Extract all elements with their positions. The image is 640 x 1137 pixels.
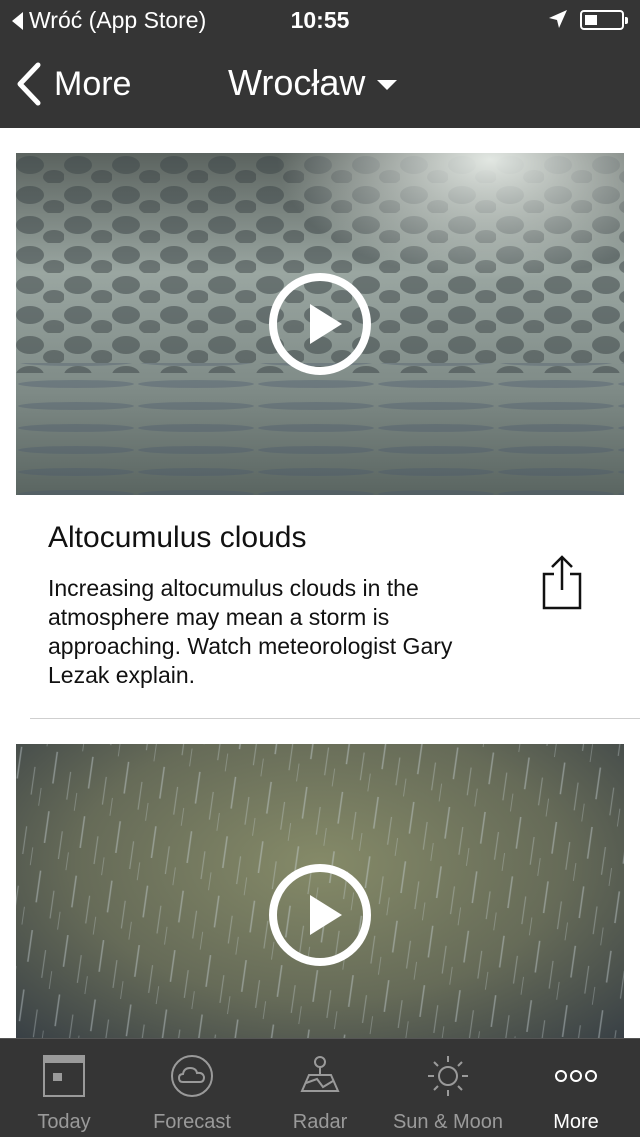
share-icon[interactable] (540, 554, 584, 612)
status-time: 10:55 (290, 7, 350, 33)
tab-sun-moon[interactable]: Sun & Moon (384, 1039, 512, 1137)
play-icon[interactable] (268, 863, 372, 967)
play-icon[interactable] (268, 272, 372, 376)
video-thumbnail[interactable] (16, 153, 624, 495)
video-description: Increasing altocumulus clouds in the atm… (48, 575, 453, 688)
chevron-left-icon (17, 62, 41, 106)
cloud-icon (171, 1055, 213, 1097)
tab-today-label: Today (37, 1111, 91, 1133)
video-title: Altocumulus clouds (48, 521, 307, 554)
location-selector[interactable]: Wrocław (228, 62, 398, 104)
tab-today[interactable]: Today (0, 1039, 128, 1137)
status-bar: Wróć (App Store) 10:55 (0, 0, 640, 40)
battery-icon (580, 10, 628, 30)
divider (30, 718, 640, 719)
tab-radar-label: Radar (292, 1111, 348, 1133)
calendar-icon (43, 1055, 85, 1097)
video-list[interactable]: Altocumulus clouds Increasing altocumulu… (0, 128, 640, 1038)
back-button-label: More (54, 64, 132, 103)
tab-more[interactable]: More (512, 1039, 640, 1137)
map-icon (300, 1056, 340, 1092)
location-title: Wrocław (228, 62, 366, 103)
navigation-bar: More Wrocław (0, 40, 640, 128)
tab-radar[interactable]: Radar (256, 1039, 384, 1137)
video-thumbnail[interactable] (16, 744, 624, 1038)
sun-icon (428, 1056, 468, 1096)
tab-more-label: More (553, 1111, 599, 1133)
caret-down-icon (377, 80, 398, 90)
more-dots-icon (555, 1070, 597, 1082)
tab-bar: Today Forecast Radar Sun & Moon More (0, 1038, 640, 1137)
tab-forecast[interactable]: Forecast (128, 1039, 256, 1137)
tab-forecast-label: Forecast (153, 1111, 231, 1133)
location-arrow-icon (549, 10, 567, 28)
back-button[interactable]: More (16, 62, 131, 106)
tab-sun-moon-label: Sun & Moon (392, 1111, 504, 1133)
